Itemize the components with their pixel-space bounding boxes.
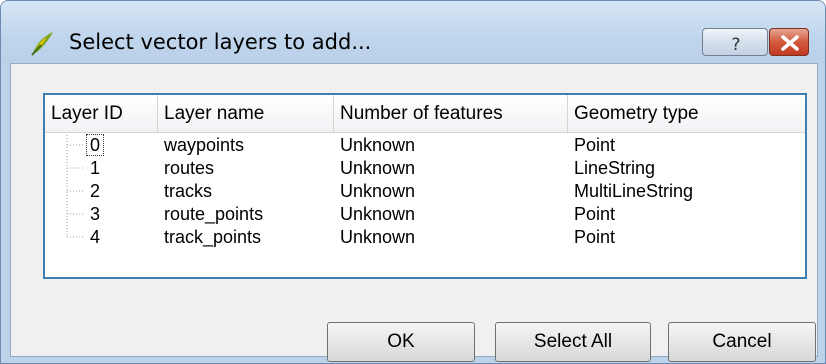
help-button[interactable]: ? [702,28,768,56]
table-row[interactable]: 3 route_points Unknown Point [45,203,805,226]
layers-table[interactable]: Layer ID Layer name Number of features G… [43,93,807,279]
layer-id-cell: 1 [90,158,101,178]
column-header-layer-name[interactable]: Layer name [158,95,334,132]
table-row[interactable]: 2 tracks Unknown MultiLineString [45,180,805,203]
layer-name-cell: tracks [164,181,213,201]
layer-id-cell: 3 [90,204,101,224]
geometry-cell: Point [574,135,616,155]
features-cell: Unknown [340,227,416,247]
question-mark-icon: ? [731,35,740,55]
column-header-features[interactable]: Number of features [334,95,568,132]
title-bar[interactable]: Select vector layers to add... ? [1,1,825,63]
geometry-cell: MultiLineString [574,181,694,201]
close-button[interactable] [769,28,809,56]
features-cell: Unknown [340,181,416,201]
features-cell: Unknown [340,135,416,155]
table-header: Layer ID Layer name Number of features G… [45,95,805,133]
features-cell: Unknown [340,158,416,178]
layer-id-cell: 0 [85,134,105,157]
svg-text:?: ? [731,35,740,55]
column-header-geometry[interactable]: Geometry type [568,95,807,132]
qgis-logo-icon [31,32,53,56]
geometry-cell: Point [574,204,616,224]
geometry-cell: Point [574,227,616,247]
table-row[interactable]: 0 waypoints Unknown Point [45,134,805,157]
features-cell: Unknown [340,204,416,224]
ok-button[interactable]: OK [327,322,475,362]
dialog-body: Layer ID Layer name Number of features G… [10,63,818,362]
table-row[interactable]: 4 track_points Unknown Point [45,226,805,249]
layer-id-cell: 4 [90,227,101,247]
cancel-button[interactable]: Cancel [668,322,816,362]
geometry-cell: LineString [574,158,656,178]
select-all-button[interactable]: Select All [495,322,651,362]
dialog-window: Select vector layers to add... ? Layer I… [0,0,826,364]
close-icon [781,35,799,51]
table-row[interactable]: 1 routes Unknown LineString [45,157,805,180]
layer-name-cell: route_points [164,204,264,224]
layer-id-cell: 2 [90,181,101,201]
layer-name-cell: waypoints [164,135,245,155]
layer-name-cell: track_points [164,227,262,247]
window-title: Select vector layers to add... [69,30,372,54]
layer-name-cell: routes [164,158,215,178]
